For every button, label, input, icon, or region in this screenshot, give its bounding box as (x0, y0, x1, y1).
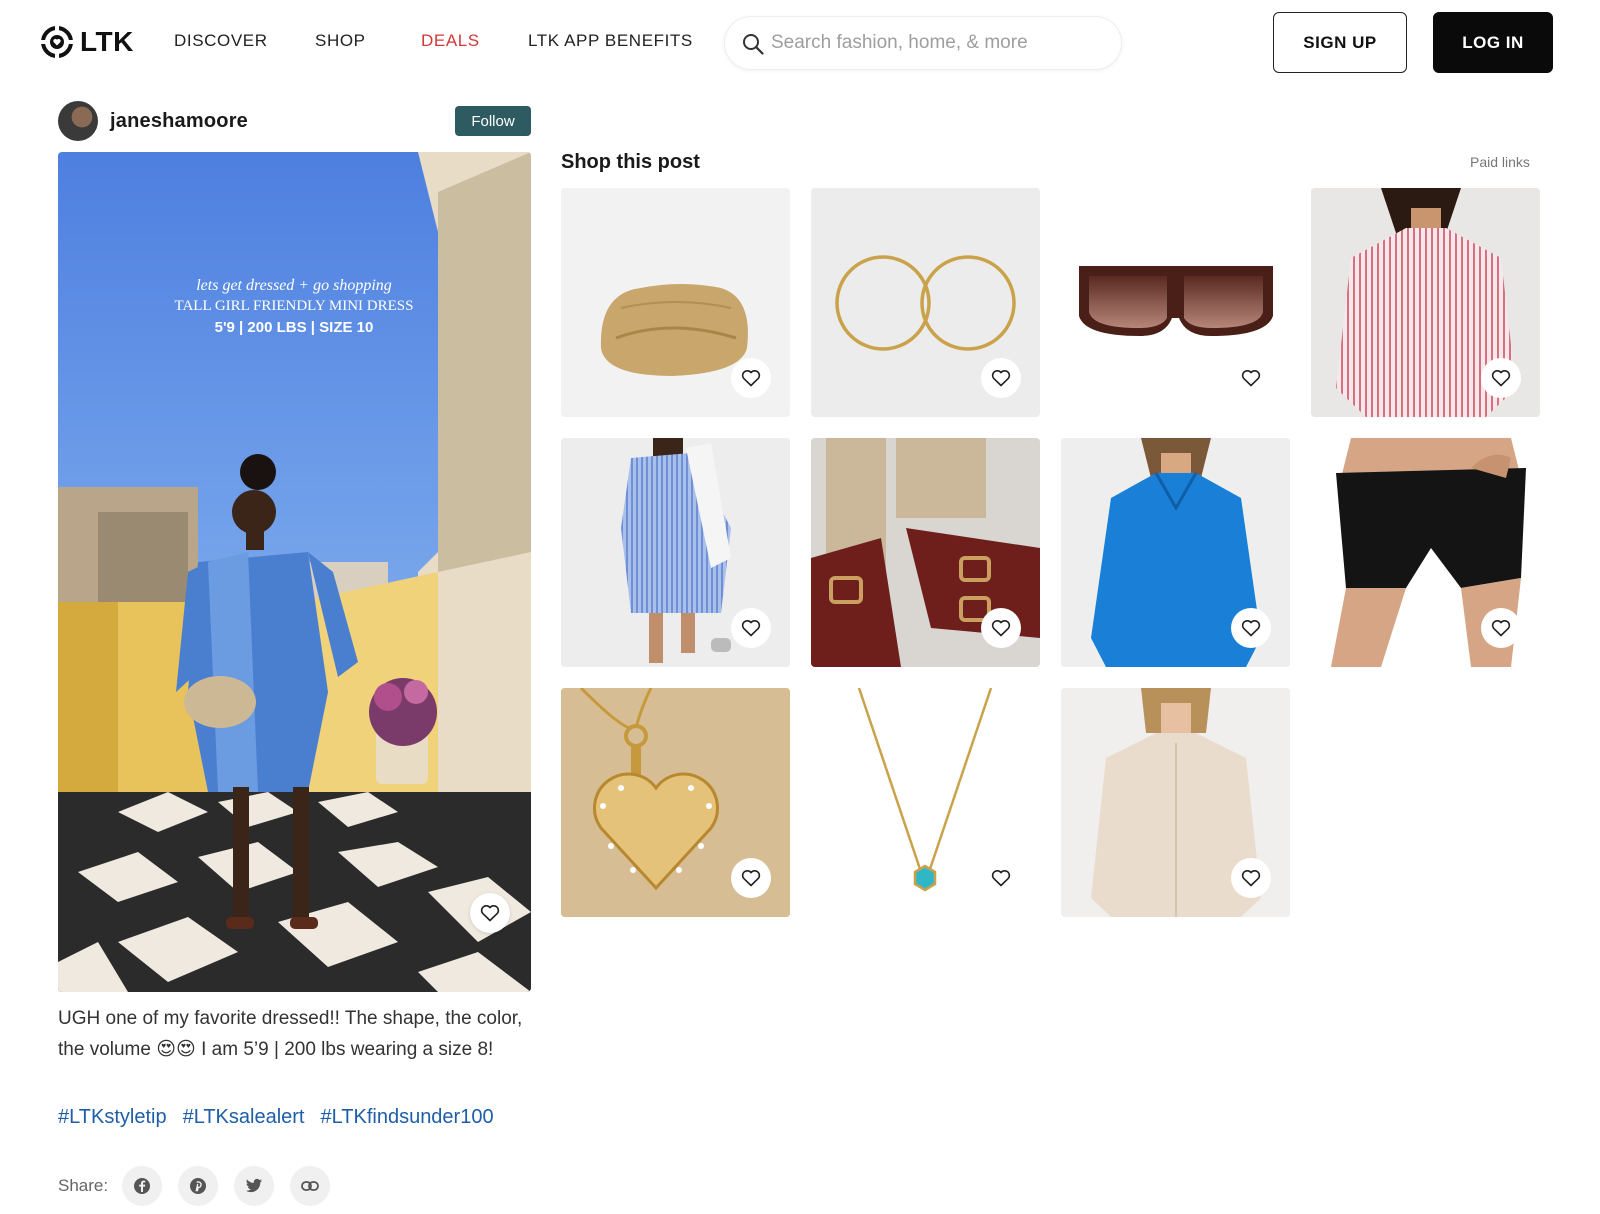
favorite-button[interactable] (981, 608, 1021, 648)
heart-icon (1491, 620, 1511, 637)
follow-button[interactable]: Follow (455, 106, 531, 136)
product-tile-hoop-earrings[interactable] (811, 188, 1040, 417)
heart-icon (991, 370, 1011, 387)
hashtag-link[interactable]: #LTKfindsunder100 (321, 1106, 494, 1129)
post-image[interactable]: lets get dressed + go shopping TALL GIRL… (58, 152, 531, 992)
heart-icon (741, 370, 761, 387)
favorite-button[interactable] (1481, 608, 1521, 648)
post-caption: UGH one of my favorite dressed!! The sha… (58, 1008, 523, 1060)
twitter-icon (245, 1178, 263, 1193)
shop-this-post-title: Shop this post (561, 151, 700, 173)
nav-deals[interactable]: DEALS (421, 31, 480, 51)
pinterest-icon (190, 1178, 207, 1194)
heart-icon (991, 870, 1011, 887)
share-facebook-button[interactable] (122, 1166, 163, 1206)
facebook-icon (134, 1178, 151, 1194)
heart-icon (1491, 370, 1511, 387)
site-header: LTK DISCOVER SHOP DEALS LTK APP BENEFITS… (0, 0, 1600, 86)
favorite-button[interactable] (731, 608, 771, 648)
heart-icon (1241, 370, 1261, 387)
sign-up-button[interactable]: SIGN UP (1273, 12, 1407, 73)
heart-icon (991, 620, 1011, 637)
heart-icon (480, 905, 500, 922)
hashtag-link[interactable]: #LTKsalealert (183, 1106, 305, 1129)
creator-profile[interactable]: janeshamoore (58, 101, 248, 141)
search-bar[interactable] (724, 16, 1122, 70)
share-pinterest-button[interactable] (178, 1166, 219, 1206)
favorite-button[interactable] (731, 858, 771, 898)
hashtag-list: #LTKstyletip #LTKsalealert #LTKfindsunde… (58, 1106, 494, 1129)
post-photo: lets get dressed + go shopping TALL GIRL… (58, 152, 531, 992)
overlay-line-2: TALL GIRL FRIENDLY MINI DRESS (175, 298, 414, 314)
ltk-logo-icon (40, 25, 74, 59)
share-label: Share: (58, 1176, 109, 1195)
product-tile-pink-shirt-dress[interactable] (1311, 188, 1540, 417)
nav-ltk-app-benefits[interactable]: LTK APP BENEFITS (528, 31, 693, 51)
link-icon (301, 1181, 319, 1191)
share-twitter-button[interactable] (234, 1166, 275, 1206)
product-tile-blue-shirt-dress[interactable] (1061, 438, 1290, 667)
product-tile-heart-pendant[interactable] (561, 688, 790, 917)
product-tile-cream-shirt-dress[interactable] (1061, 688, 1290, 917)
share-bar: Share: (58, 1166, 331, 1206)
favorite-button[interactable] (981, 858, 1021, 898)
product-tile-blue-striped-dress[interactable] (561, 438, 790, 667)
paid-links-label: Paid links (1470, 154, 1530, 170)
nav-shop[interactable]: SHOP (315, 31, 366, 51)
ltk-logo[interactable]: LTK (40, 24, 134, 60)
product-tile-turquoise-necklace[interactable] (811, 688, 1040, 917)
product-tile-buckle-sandals[interactable] (811, 438, 1040, 667)
product-tile-clutch[interactable] (561, 188, 790, 417)
nav-discover[interactable]: DISCOVER (174, 31, 268, 51)
hashtag-link[interactable]: #LTKstyletip (58, 1106, 167, 1129)
avatar[interactable] (58, 101, 98, 141)
favorite-button[interactable] (1231, 608, 1271, 648)
creator-name[interactable]: janeshamoore (110, 110, 248, 133)
favorite-button[interactable] (1231, 858, 1271, 898)
favorite-button[interactable] (981, 358, 1021, 398)
search-icon (743, 34, 764, 55)
share-copy-link-button[interactable] (290, 1166, 331, 1206)
favorite-button[interactable] (1231, 358, 1271, 398)
product-tile-sunglasses[interactable] (1061, 188, 1290, 417)
overlay-line-1: lets get dressed + go shopping (196, 277, 392, 294)
logo-text: LTK (80, 26, 134, 57)
heart-icon (741, 620, 761, 637)
search-input[interactable] (771, 25, 1101, 61)
log-in-button[interactable]: LOG IN (1433, 12, 1553, 73)
post-like-button[interactable] (470, 893, 510, 933)
heart-icon (741, 870, 761, 887)
heart-icon (1241, 870, 1261, 887)
favorite-button[interactable] (731, 358, 771, 398)
heart-icon (1241, 620, 1261, 637)
product-tile-biker-shorts[interactable] (1311, 438, 1540, 667)
favorite-button[interactable] (1481, 358, 1521, 398)
overlay-line-3: 5'9 | 200 LBS | SIZE 10 (215, 319, 374, 336)
